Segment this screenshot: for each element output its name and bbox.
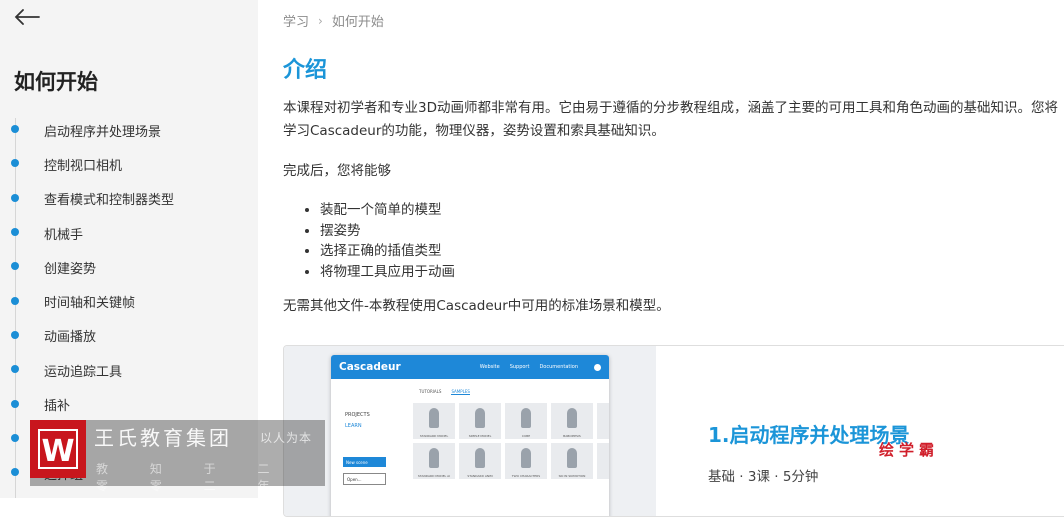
- model-tile: STANDARD MODEL AI: [413, 443, 455, 479]
- lesson-meta: 基础 · 3课 · 5分钟: [708, 469, 819, 485]
- app-logo: Cascadeur: [339, 361, 401, 373]
- model-caption: STANDARD ANIM: [467, 474, 493, 478]
- character-icon: [521, 408, 531, 428]
- bullet-dot-icon: [11, 399, 19, 408]
- watermark-logo-letter: W: [41, 434, 74, 469]
- bullet-dot-icon: [11, 433, 19, 442]
- app-side-item-active: LEARN: [345, 423, 362, 429]
- sidebar-title: 如何开始: [14, 70, 98, 94]
- model-tile: STANDARD ANIM: [459, 443, 501, 479]
- app-side-item: PROJECTS: [345, 412, 370, 418]
- character-icon: [475, 408, 485, 428]
- list-item: 装配一个简单的模型: [320, 200, 455, 221]
- toc-item[interactable]: 动画播放: [0, 319, 258, 353]
- watermark-logo-icon: W: [30, 420, 86, 478]
- page-title: 介绍: [283, 58, 328, 83]
- toc-item-label: 运动追踪工具: [44, 364, 123, 380]
- breadcrumb-root-link[interactable]: 学习: [283, 11, 309, 30]
- model-tile: SIMPLE MODEL: [459, 403, 501, 439]
- model-caption: STANDARD MODEL: [419, 434, 449, 438]
- w-logo-icon: W: [38, 429, 78, 469]
- toc-item[interactable]: 创建姿势: [0, 250, 258, 284]
- watermark-sub: 教 知 于 二 零 零 二 年: [96, 462, 289, 493]
- list-item: 摆姿势: [320, 221, 455, 242]
- toc-item-label: 动画播放: [44, 330, 97, 346]
- app-nav-item: Website: [479, 364, 500, 370]
- app-open-button: Open...: [343, 473, 386, 485]
- watermark-brand: 王氏教育集团: [94, 426, 232, 450]
- bullet-dot-icon: [11, 193, 19, 202]
- model-caption: TWO CHARACTERS: [511, 474, 541, 478]
- toc-item[interactable]: 启动程序并处理场景: [0, 113, 258, 147]
- toc-item[interactable]: 控制视口相机: [0, 147, 258, 181]
- app-tabs: TUTORIALS SAMPLES: [419, 389, 470, 395]
- chevron-right-icon: ›: [318, 13, 323, 28]
- toc-item-label: 创建姿势: [44, 261, 97, 277]
- lesson-card[interactable]: Cascadeur Website Support Documentation …: [283, 345, 1064, 517]
- outcome-paragraph: 完成后，您将能够: [283, 163, 391, 179]
- watermark-slogan: 以人为本: [260, 431, 313, 445]
- corner-watermark: 绘学霸: [879, 441, 940, 459]
- model-caption: SKI IN SKIMOTION: [558, 474, 586, 478]
- app-screenshot: Cascadeur Website Support Documentation …: [331, 355, 609, 516]
- list-item: 将物理工具应用于动画: [320, 262, 455, 283]
- bullet-dot-icon: [11, 365, 19, 374]
- outcome-list: 装配一个简单的模型 摆姿势 选择正确的插值类型 将物理工具应用于动画: [283, 200, 455, 282]
- lesson-thumbnail: Cascadeur Website Support Documentation …: [284, 346, 656, 516]
- model-tile: BABOPIPSIS: [551, 403, 593, 439]
- intro-paragraph: 本课程对初学者和专业3D动画师都非常有用。它由易于遵循的分步教程组成，涵盖了主要…: [283, 100, 1058, 139]
- model-tile: STANDARD MODEL: [413, 403, 455, 439]
- user-icon: [594, 363, 601, 371]
- list-item: 选择正确的插值类型: [320, 241, 455, 262]
- toc-item-label: 时间轴和关键帧: [44, 296, 136, 312]
- toc-item-label: 机械手: [44, 227, 84, 243]
- bullet-dot-icon: [11, 330, 19, 339]
- bullet-dot-icon: [11, 228, 19, 237]
- model-tile: TWO CHARACTERS: [505, 443, 547, 479]
- bullet-dot-icon: [11, 125, 19, 134]
- app-tab-active: SAMPLES: [451, 389, 470, 395]
- character-icon: [567, 448, 577, 468]
- model-caption: STANDARD MODEL AI: [417, 474, 451, 478]
- bullet-dot-icon: [11, 468, 19, 477]
- toc-item[interactable]: 查看模式和控制器类型: [0, 182, 258, 216]
- model-caption: CUBE: [521, 434, 531, 438]
- app-tab: TUTORIALS: [419, 389, 442, 394]
- toc-item-label: 插补: [44, 399, 71, 415]
- toc-item[interactable]: 时间轴和关键帧: [0, 284, 258, 318]
- bullet-dot-icon: [11, 262, 19, 271]
- model-caption: BABOPIPSIS: [563, 434, 581, 438]
- app-model-grid: STANDARD MODEL SIMPLE MODEL CUBE BABOPIP…: [413, 403, 609, 479]
- character-icon: [567, 408, 577, 428]
- character-icon: [429, 408, 439, 428]
- character-icon: [521, 448, 531, 468]
- note-paragraph: 无需其他文件-本教程使用Cascadeur中可用的标准场景和模型。: [283, 298, 670, 314]
- breadcrumb: 学习 › 如何开始: [283, 11, 384, 31]
- toc-item-label: 查看模式和控制器类型: [44, 193, 175, 209]
- character-icon: [429, 448, 439, 468]
- app-nav-item: Support: [509, 364, 530, 370]
- arrow-left-icon: [14, 9, 40, 25]
- breadcrumb-current: 如何开始: [331, 15, 384, 30]
- app-nav-item: Documentation: [539, 364, 578, 370]
- toc-item-label: 启动程序并处理场景: [44, 124, 162, 140]
- toc-item[interactable]: 机械手: [0, 216, 258, 250]
- model-tile: [597, 443, 609, 479]
- toc-item[interactable]: 插补: [0, 387, 258, 421]
- app-new-scene-button: New scene: [343, 457, 386, 467]
- app-side: PROJECTS LEARN: [345, 410, 370, 432]
- model-tile: SKI IN SKIMOTION: [551, 443, 593, 479]
- bullet-dot-icon: [11, 159, 19, 168]
- watermark: W 王氏教育集团 以人为本 教 知 于 二 零 零 二 年: [30, 420, 325, 493]
- model-tile: [597, 403, 609, 439]
- bullet-dot-icon: [11, 296, 19, 305]
- character-icon: [475, 448, 485, 468]
- app-nav: Website Support Documentation: [479, 363, 601, 371]
- toc-item-label: 控制视口相机: [44, 158, 123, 174]
- toc-item[interactable]: 运动追踪工具: [0, 353, 258, 387]
- app-header: Cascadeur Website Support Documentation: [331, 355, 609, 379]
- back-button[interactable]: [12, 4, 42, 30]
- model-caption: SIMPLE MODEL: [468, 434, 492, 438]
- model-tile: CUBE: [505, 403, 547, 439]
